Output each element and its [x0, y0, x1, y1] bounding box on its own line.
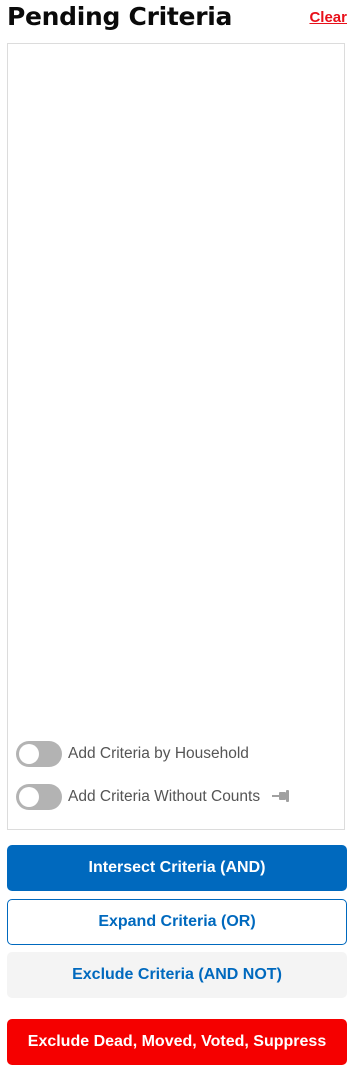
intersect-criteria-button[interactable]: Intersect Criteria (AND) [7, 845, 347, 891]
pending-criteria-panel: Add Criteria by Household Add Criteria W… [7, 43, 345, 830]
panel-header: Pending Criteria Clear [7, 0, 347, 40]
without-counts-toggle[interactable] [16, 784, 62, 810]
page-title: Pending Criteria [7, 2, 233, 31]
clear-link[interactable]: Clear [309, 9, 347, 26]
exclude-suppress-button[interactable]: Exclude Dead, Moved, Voted, Suppress [7, 1019, 347, 1065]
toggle-knob [19, 787, 39, 807]
pin-icon[interactable] [270, 789, 292, 805]
household-toggle[interactable] [16, 741, 62, 767]
without-counts-toggle-row: Add Criteria Without Counts [16, 783, 292, 811]
expand-criteria-button[interactable]: Expand Criteria (OR) [7, 899, 347, 945]
exclude-criteria-button[interactable]: Exclude Criteria (AND NOT) [7, 952, 347, 998]
household-toggle-row: Add Criteria by Household [16, 740, 249, 768]
toggle-knob [19, 744, 39, 764]
without-counts-toggle-label: Add Criteria Without Counts [68, 788, 261, 805]
household-toggle-label: Add Criteria by Household [68, 745, 249, 762]
